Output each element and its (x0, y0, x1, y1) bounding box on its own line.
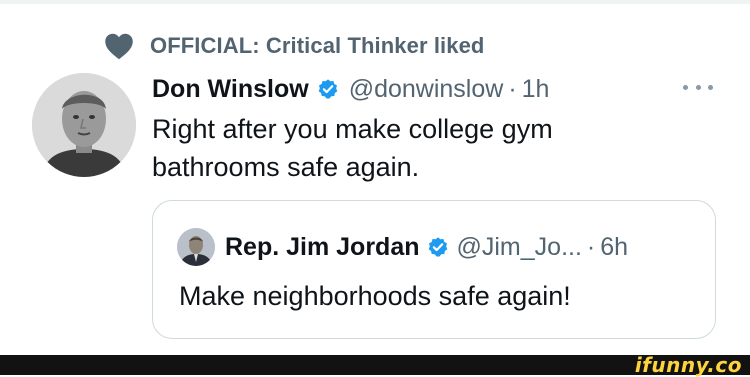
quoted-tweet-header: Rep. Jim Jordan @Jim_Jo... · 6h (225, 229, 628, 265)
portrait-image (32, 73, 136, 177)
quoted-author-name[interactable]: Rep. Jim Jordan (225, 233, 420, 262)
portrait-image (177, 228, 215, 266)
author-name[interactable]: Don Winslow (152, 75, 309, 104)
author-avatar[interactable] (32, 73, 136, 177)
more-dot (683, 84, 688, 90)
watermark-bar: ifunny.co (0, 353, 750, 377)
ifunny-logo: ifunny.co (634, 353, 742, 377)
verified-badge-icon (428, 237, 447, 257)
tweet-body: Right after you make college gym bathroo… (152, 114, 553, 182)
social-context-label: OFFICIAL: Critical Thinker liked (150, 33, 485, 58)
heart-icon (105, 33, 133, 60)
meta-separator: · (586, 232, 596, 261)
quoted-author-avatar[interactable] (177, 228, 215, 266)
tweet-header: Don Winslow @donwinslow · 1h (152, 72, 549, 106)
author-handle[interactable]: @donwinslow (349, 75, 504, 104)
meta-separator: · (508, 74, 517, 103)
more-dot (708, 84, 713, 90)
social-context: OFFICIAL: Critical Thinker liked (104, 30, 484, 62)
more-options-icon[interactable] (683, 82, 713, 92)
top-divider (0, 0, 750, 4)
tweet-timestamp[interactable]: 1h (522, 75, 550, 104)
quoted-author-handle[interactable]: @Jim_Jo... (457, 233, 582, 262)
quoted-tweet-timestamp[interactable]: 6h (600, 233, 628, 262)
quoted-tweet-body: Make neighborhoods safe again! (179, 281, 571, 311)
quoted-tweet-card[interactable]: Rep. Jim Jordan @Jim_Jo... · 6h Make nei… (152, 200, 716, 339)
more-dot (695, 84, 701, 90)
verified-badge-icon (318, 79, 338, 99)
